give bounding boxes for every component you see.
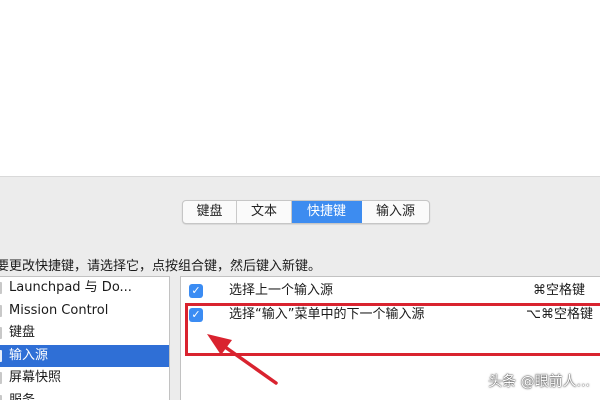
category-label: 屏幕快照 <box>9 370 62 385</box>
watermark-text: 头条 @眼前人... <box>488 374 590 390</box>
category-icon <box>0 304 2 317</box>
category-label: 键盘 <box>9 325 36 340</box>
category-icon <box>0 349 2 362</box>
category-label: 输入源 <box>9 347 49 363</box>
category-item-input-sources[interactable]: 输入源 <box>0 344 169 367</box>
category-icon <box>0 327 2 339</box>
tab-text[interactable]: 文本 <box>237 201 292 223</box>
category-item-mission-control[interactable]: Mission Control <box>0 300 169 323</box>
category-item-keyboard[interactable]: 键盘 <box>0 322 169 345</box>
shortcut-label: 选择上一个输入源 <box>229 283 334 298</box>
red-highlight-annotation <box>185 303 600 356</box>
category-label: Mission Control <box>9 302 109 318</box>
category-icon <box>0 394 2 400</box>
category-item-screenshots[interactable]: 屏幕快照 <box>0 367 169 390</box>
category-label: Launchpad 与 Do... <box>9 280 132 295</box>
shortcut-category-list[interactable]: Launchpad 与 Do... Mission Control 键盘 输入源… <box>0 276 170 400</box>
instruction-text: 要更改快捷键，请选择它，点按组合键，然后键入新键。 <box>0 259 322 274</box>
category-item-services[interactable]: 服务 <box>0 390 169 400</box>
shortcut-checkbox-previous[interactable]: ✓ <box>189 284 203 298</box>
tab-input-sources[interactable]: 输入源 <box>362 201 429 223</box>
tab-shortcuts[interactable]: 快捷键 <box>292 201 362 223</box>
shortcut-keys[interactable]: ⌘空格键 <box>533 279 585 303</box>
keyboard-tab-bar: 键盘 文本 快捷键 输入源 <box>182 200 430 224</box>
category-icon <box>0 372 2 384</box>
screen: 键盘 文本 快捷键 输入源 要更改快捷键，请选择它，点按组合键，然后键入新键。 … <box>0 0 600 400</box>
category-label: 服务 <box>9 392 36 400</box>
shortcut-row-previous-input-source[interactable]: ✓ 选择上一个输入源 ⌘空格键 <box>181 279 600 303</box>
tab-keyboard[interactable]: 键盘 <box>183 201 237 223</box>
category-icon <box>0 282 2 294</box>
category-item-launchpad-dock[interactable]: Launchpad 与 Do... <box>0 277 169 300</box>
